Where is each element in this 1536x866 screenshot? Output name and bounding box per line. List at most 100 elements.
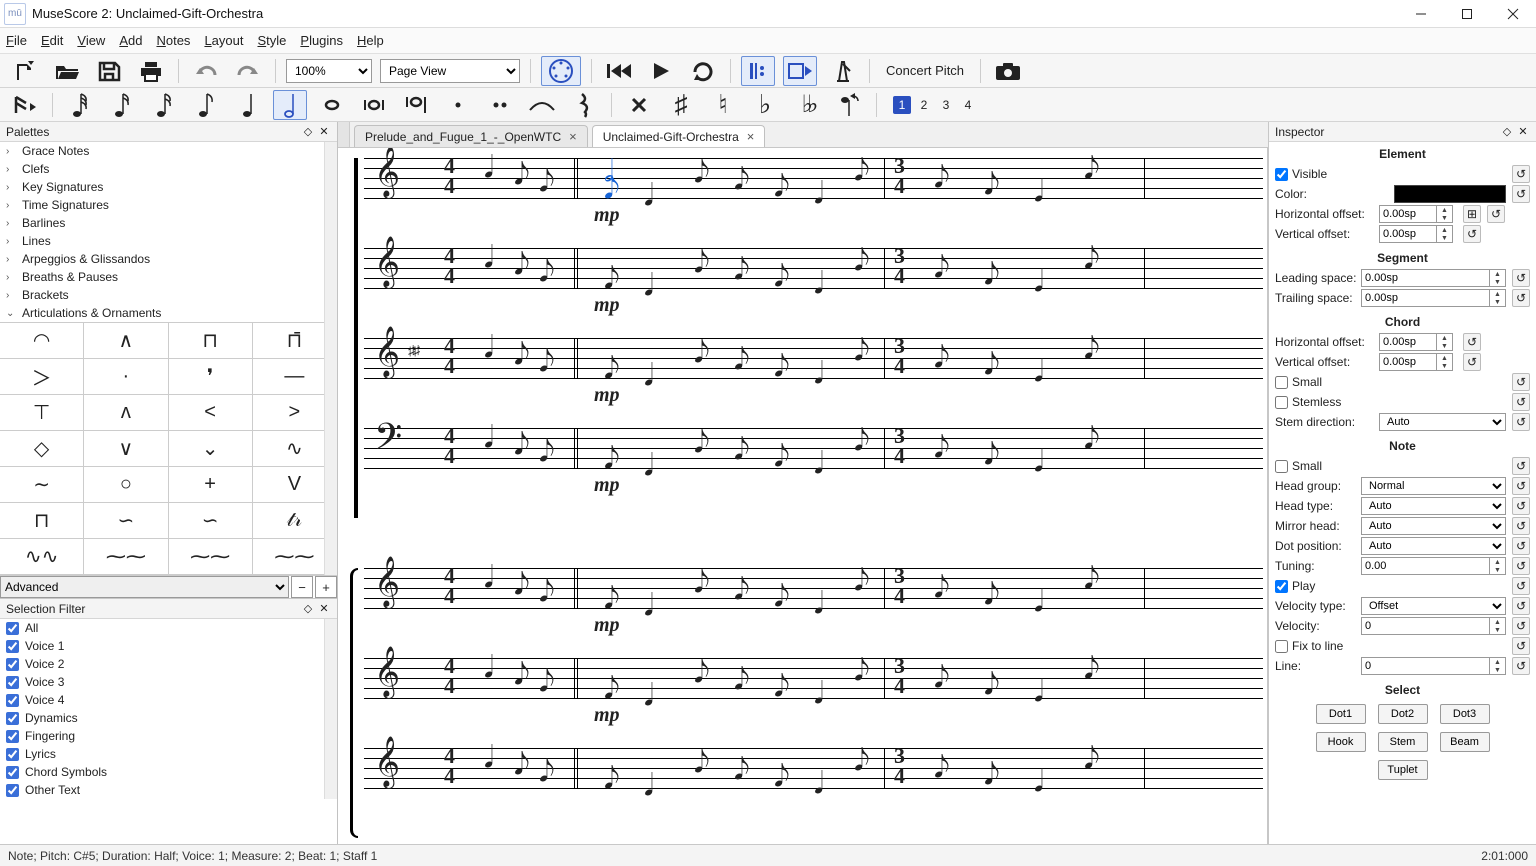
voice-2[interactable]: 2 (915, 96, 933, 114)
select-dot1[interactable]: Dot1 (1316, 704, 1366, 724)
selection-filter-row[interactable]: Voice 2 (0, 655, 337, 673)
note-small-checkbox[interactable] (1275, 460, 1288, 473)
natural-icon[interactable]: ♮ (706, 90, 740, 120)
reset-icon[interactable]: ↺ (1512, 637, 1530, 655)
select-dot2[interactable]: Dot2 (1378, 704, 1428, 724)
palette-cell[interactable]: ∽ (84, 503, 168, 539)
play-checkbox[interactable] (1275, 580, 1288, 593)
inspector-float-icon[interactable]: ◇ (1500, 125, 1514, 139)
ruler-icon[interactable]: ⊞ (1463, 205, 1481, 223)
select-hook[interactable]: Hook (1316, 732, 1366, 752)
palette-item[interactable]: ›Brackets (0, 286, 337, 304)
tab-prelude[interactable]: Prelude_and_Fugue_1_-_OpenWTC× (354, 125, 588, 147)
palette-cell[interactable]: ⊓ (0, 503, 84, 539)
undo-icon[interactable] (189, 56, 223, 86)
hoff-input[interactable] (1379, 205, 1437, 223)
menu-help[interactable]: Help (357, 33, 384, 48)
stemdir-combo[interactable]: Auto (1379, 413, 1506, 431)
duration-8th-icon[interactable] (189, 90, 223, 120)
reset-icon[interactable]: ↺ (1512, 597, 1530, 615)
palette-item[interactable]: ›Key Signatures (0, 178, 337, 196)
new-score-icon[interactable] (8, 56, 42, 86)
selection-filter-row[interactable]: Dynamics (0, 709, 337, 727)
headgroup-combo[interactable]: Normal (1361, 477, 1506, 495)
palette-cell[interactable]: ⊤ (0, 395, 84, 431)
reset-icon[interactable]: ↺ (1512, 517, 1530, 535)
zoom-combo[interactable]: 100% (286, 59, 372, 83)
select-beam[interactable]: Beam (1440, 732, 1490, 752)
flip-icon[interactable] (832, 90, 866, 120)
double-dot-icon[interactable] (483, 90, 517, 120)
reset-icon[interactable]: ↺ (1512, 477, 1530, 495)
menu-edit[interactable]: Edit (41, 33, 63, 48)
veltype-combo[interactable]: Offset (1361, 597, 1506, 615)
reset-icon[interactable]: ↺ (1512, 269, 1530, 287)
menu-file[interactable]: File (6, 33, 27, 48)
menu-layout[interactable]: Layout (204, 33, 243, 48)
reset-icon[interactable]: ↺ (1512, 165, 1530, 183)
palette-item[interactable]: ›Arpeggios & Glissandos (0, 250, 337, 268)
selection-filter-row[interactable]: Voice 4 (0, 691, 337, 709)
dotpos-combo[interactable]: Auto (1361, 537, 1506, 555)
reset-icon[interactable]: ↺ (1512, 557, 1530, 575)
palettes-close-icon[interactable]: ✕ (317, 125, 331, 139)
duration-32nd-icon[interactable] (105, 90, 139, 120)
reset-icon[interactable]: ↺ (1512, 393, 1530, 411)
palette-item[interactable]: ⌄Articulations & Ornaments (0, 304, 337, 322)
select-stem[interactable]: Stem (1378, 732, 1428, 752)
tie-icon[interactable] (525, 90, 559, 120)
selfilter-float-icon[interactable]: ◇ (301, 602, 315, 616)
palette-cell[interactable]: ⁓⁓ (169, 539, 253, 575)
palette-cell[interactable]: · (84, 359, 168, 395)
open-icon[interactable] (50, 56, 84, 86)
window-maximize[interactable] (1444, 0, 1490, 28)
menu-add[interactable]: Add (119, 33, 142, 48)
flat-icon[interactable]: ♭ (748, 90, 782, 120)
score-canvas[interactable]: 𝄞4434𝅘𝅥𝅘𝅥𝅮𝅘𝅥𝅮𝅘𝅥𝅮𝅘𝅥𝅘𝅥𝅮𝅘𝅥𝅮𝅘𝅥𝅮𝅘𝅥𝅘𝅥𝅮𝅘𝅥𝅮𝅘𝅥𝅮𝅘𝅥… (338, 148, 1268, 844)
palette-cell[interactable]: ◇ (0, 431, 84, 467)
palette-cell[interactable]: ＞ (0, 359, 84, 395)
window-minimize[interactable] (1398, 0, 1444, 28)
reset-icon[interactable]: ↺ (1512, 457, 1530, 475)
mirror-combo[interactable]: Auto (1361, 517, 1506, 535)
reset-icon[interactable]: ↺ (1512, 185, 1530, 203)
duration-whole-icon[interactable] (315, 90, 349, 120)
selection-filter-row[interactable]: All (0, 619, 337, 637)
menu-style[interactable]: Style (257, 33, 286, 48)
tab-close-icon[interactable]: × (747, 129, 755, 144)
save-icon[interactable] (92, 56, 126, 86)
fixline-checkbox[interactable] (1275, 640, 1288, 653)
duration-breve-icon[interactable] (357, 90, 391, 120)
menu-plugins[interactable]: Plugins (300, 33, 343, 48)
palette-cell[interactable]: ❜ (169, 359, 253, 395)
reset-icon[interactable]: ↺ (1512, 413, 1530, 431)
screenshot-icon[interactable] (991, 56, 1025, 86)
palette-cell[interactable]: ∼ (0, 467, 84, 503)
reset-icon[interactable]: ↺ (1487, 205, 1505, 223)
palette-cell[interactable]: ◠ (0, 323, 84, 359)
select-tuplet[interactable]: Tuplet (1378, 760, 1428, 780)
palette-item[interactable]: ›Clefs (0, 160, 337, 178)
palette-add-btn[interactable]: + (315, 576, 337, 598)
rest-icon[interactable] (567, 90, 601, 120)
voice-3[interactable]: 3 (937, 96, 955, 114)
inspector-close-icon[interactable]: ✕ (1516, 125, 1530, 139)
print-icon[interactable] (134, 56, 168, 86)
sharp-icon[interactable]: ♯ (664, 90, 698, 120)
palette-item[interactable]: ›Grace Notes (0, 142, 337, 160)
selfilter-close-icon[interactable]: ✕ (317, 602, 331, 616)
redo-icon[interactable] (231, 56, 265, 86)
chord-small-checkbox[interactable] (1275, 376, 1288, 389)
palette-cell[interactable]: ʌ (84, 395, 168, 431)
note-input-icon[interactable] (8, 90, 42, 120)
tab-unclaimed[interactable]: Unclaimed-Gift-Orchestra× (592, 125, 766, 147)
double-flat-icon[interactable]: ♭♭ (790, 90, 824, 120)
reset-icon[interactable]: ↺ (1512, 497, 1530, 515)
velocity-input[interactable] (1361, 617, 1490, 635)
double-sharp-icon[interactable] (622, 90, 656, 120)
play-icon[interactable] (644, 56, 678, 86)
voff-input[interactable] (1379, 225, 1437, 243)
select-dot3[interactable]: Dot3 (1440, 704, 1490, 724)
duration-half-icon[interactable] (273, 90, 307, 120)
selection-filter-row[interactable]: Voice 1 (0, 637, 337, 655)
